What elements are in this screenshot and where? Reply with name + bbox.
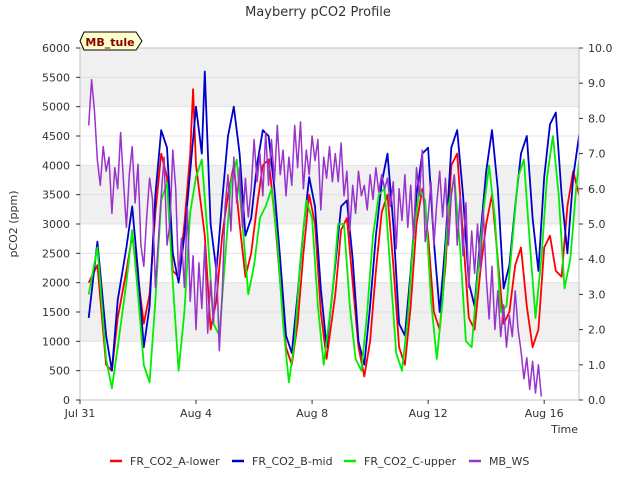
y-tick-label: 5000: [42, 101, 70, 114]
y-tick-label: 1000: [42, 335, 70, 348]
y-tick-label: 3000: [42, 218, 70, 231]
site-label: MB_tule: [79, 31, 143, 51]
series-layer: [87, 70, 579, 397]
y-axis-title: pCO2 (ppm): [7, 190, 20, 257]
band: [80, 48, 579, 78]
y-tick-label: 2000: [42, 277, 70, 290]
y2-tick-label: 3.0: [588, 288, 606, 301]
y2-tick-label: 1.0: [588, 359, 606, 372]
y-tick-label: 0: [63, 394, 70, 407]
x-axis: Jul 31 Aug 4 Aug 8 Aug 12 Aug 16: [64, 400, 564, 420]
y-tick-label: 2500: [42, 247, 70, 260]
y2-tick-label: 9.0: [588, 77, 606, 90]
y2-tick-label: 7.0: [588, 148, 606, 161]
band: [80, 77, 579, 107]
y-axis-left: 0 500 1000 1500 2000 2500 3000 3500 4000 4500 5000…: [42, 42, 80, 407]
y-tick-label: 6000: [42, 42, 70, 55]
series-line-mb-ws: [87, 78, 543, 397]
x-tick-label: Jul 31: [64, 407, 96, 420]
y-tick-label: 4500: [42, 130, 70, 143]
chart-title: Mayberry pCO2 Profile: [245, 5, 391, 20]
legend-label-fr-co2-c-upper: FR_CO2_C-upper: [364, 455, 457, 468]
x-tick-label: Aug 4: [180, 407, 212, 420]
legend-label-fr-co2-b-mid: FR_CO2_B-mid: [252, 455, 333, 468]
y-tick-label: 4000: [42, 159, 70, 172]
y2-tick-label: 5.0: [588, 218, 606, 231]
band: [80, 165, 579, 195]
chart-container: 0 500 1000 1500 2000 2500 3000 3500 4000 4500 5000…: [0, 0, 640, 480]
y-axis-right: 0.0 1.0 2.0 3.0 4.0 5.0 6.0 7.0 8.0 9.0 10.0: [579, 42, 613, 407]
y2-tick-label: 8.0: [588, 112, 606, 125]
legend: FR_CO2_A-lower FR_CO2_B-mid FR_CO2_C-upper…: [110, 455, 529, 468]
y-tick-label: 5500: [42, 71, 70, 84]
x-axis-title: Time: [550, 423, 578, 436]
x-tick-label: Aug 12: [409, 407, 448, 420]
y-tick-label: 500: [49, 365, 70, 378]
legend-label-fr-co2-a-lower: FR_CO2_A-lower: [130, 455, 220, 468]
y-tick-label: 1500: [42, 306, 70, 319]
site-label-text: MB_tule: [85, 36, 134, 49]
legend-label-mb-ws: MB_WS: [489, 455, 529, 468]
y-tick-label: 3500: [42, 189, 70, 202]
y2-tick-label: 6.0: [588, 183, 606, 196]
x-tick-label: Aug 16: [525, 407, 564, 420]
pco2-line-chart: 0 500 1000 1500 2000 2500 3000 3500 4000 4500 5000…: [7, 5, 613, 468]
x-tick-label: Aug 8: [296, 407, 328, 420]
y2-tick-label: 4.0: [588, 253, 606, 266]
y2-tick-label: 0.0: [588, 394, 606, 407]
y2-tick-label: 2.0: [588, 324, 606, 337]
y2-tick-label: 10.0: [588, 42, 613, 55]
